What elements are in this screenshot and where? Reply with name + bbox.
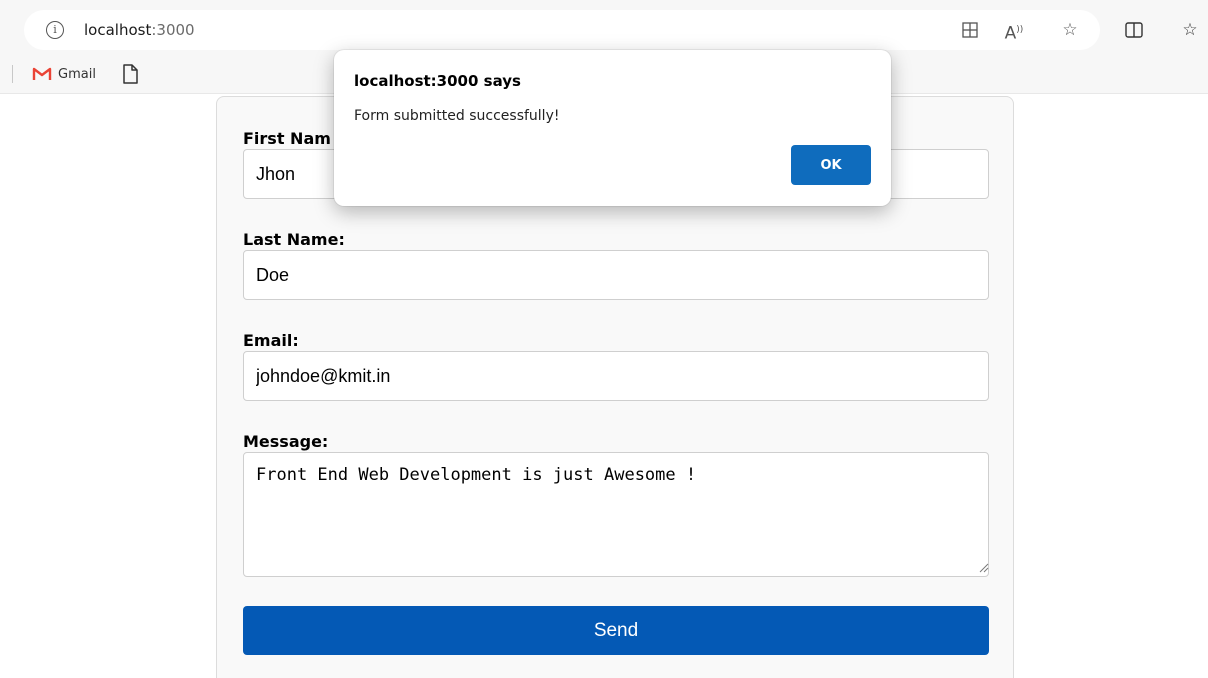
address-bar[interactable]: i localhost:3000 A)) ☆ [24, 10, 1100, 50]
gmail-icon [32, 67, 52, 80]
app-available-icon[interactable] [958, 18, 982, 42]
url-port: :3000 [151, 21, 195, 39]
last-name-label: Last Name: [243, 230, 345, 249]
message-textarea[interactable]: Front End Web Development is just Awesom… [243, 452, 989, 577]
url-text[interactable]: localhost:3000 [84, 20, 195, 40]
alert-dialog: localhost:3000 says Form submitted succe… [334, 50, 891, 206]
favorites-icon[interactable]: ☆ [1178, 18, 1202, 42]
send-button[interactable]: Send [243, 606, 989, 655]
bookmarks-divider [12, 65, 13, 83]
email-label: Email: [243, 331, 299, 350]
ok-button[interactable]: OK [791, 145, 871, 185]
resize-grip-icon[interactable] [979, 563, 989, 573]
url-host: localhost [84, 21, 152, 39]
read-aloud-icon[interactable]: A)) [1002, 18, 1026, 44]
email-input[interactable] [243, 351, 989, 401]
site-info-icon[interactable]: i [46, 21, 64, 39]
dialog-title: localhost:3000 says [354, 72, 521, 90]
message-label: Message: [243, 432, 329, 451]
document-icon[interactable] [120, 63, 140, 85]
bookmark-gmail-label: Gmail [58, 66, 96, 82]
split-screen-icon[interactable] [1122, 18, 1146, 42]
last-name-input[interactable] [243, 250, 989, 300]
dialog-message: Form submitted successfully! [354, 108, 560, 124]
message-field-wrapper: Front End Web Development is just Awesom… [217, 452, 1015, 577]
favorite-star-icon[interactable]: ☆ [1058, 18, 1082, 42]
bookmark-gmail[interactable]: Gmail [32, 64, 96, 84]
first-name-label: First Nam [243, 129, 331, 148]
